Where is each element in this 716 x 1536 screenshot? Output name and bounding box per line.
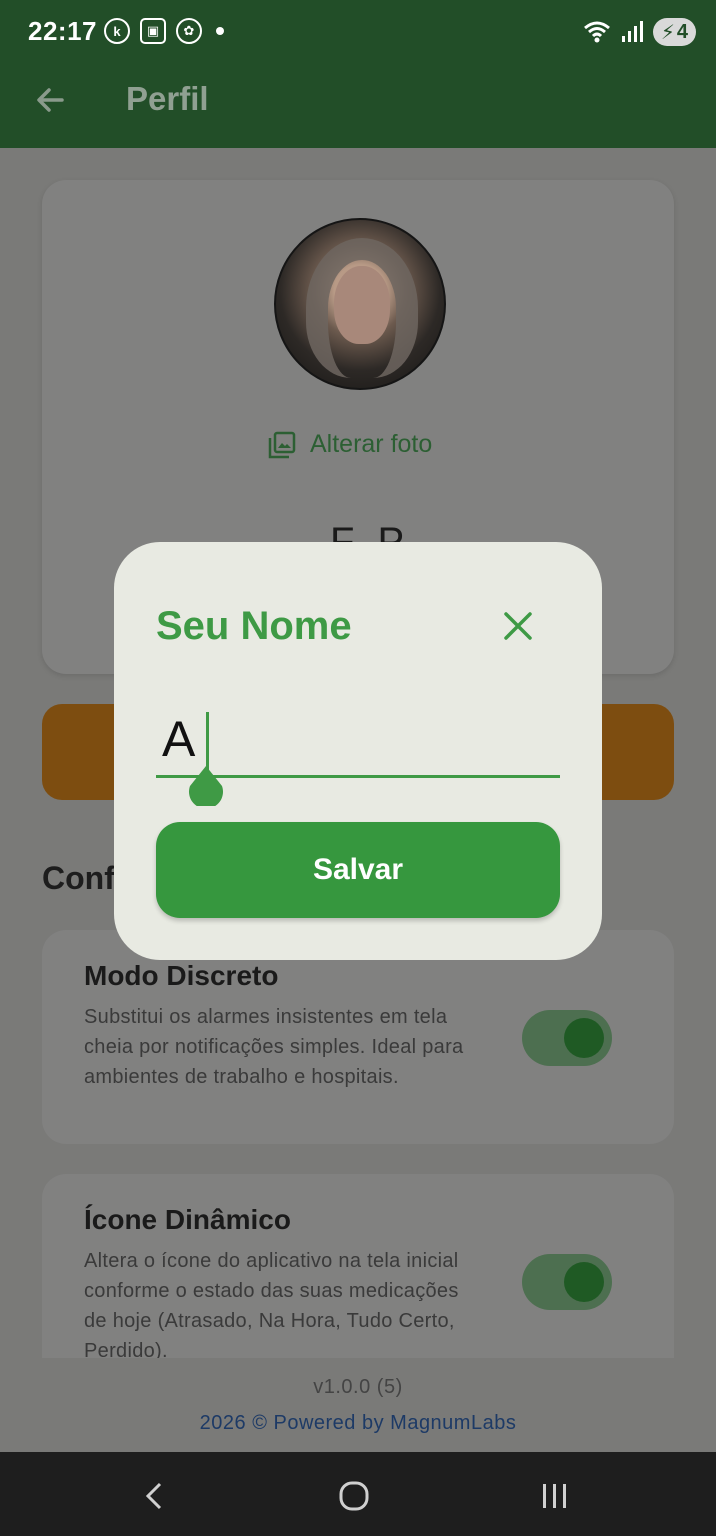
- setting-description: Substitui os alarmes insistentes em tela…: [84, 1006, 464, 1088]
- home-circle-icon: [339, 1481, 369, 1511]
- gallery-icon: [268, 431, 296, 458]
- page-title: Perfil: [126, 80, 209, 117]
- discreet-mode-toggle[interactable]: [522, 1010, 612, 1066]
- battery-level: 4: [676, 20, 688, 43]
- nav-home-button[interactable]: [332, 1474, 376, 1518]
- change-photo-label: Alterar foto: [310, 430, 433, 458]
- k-badge-icon: k: [104, 18, 130, 44]
- setting-title: Modo Discreto: [84, 960, 279, 991]
- avatar-face: [334, 266, 390, 344]
- chevron-left-icon: [145, 1482, 162, 1510]
- recents-icon: [543, 1484, 566, 1508]
- app-version: v1.0.0 (5): [313, 1376, 403, 1398]
- nav-back-button[interactable]: [132, 1474, 176, 1518]
- avatar[interactable]: [274, 218, 446, 390]
- settings-section-title: Conf: [42, 860, 115, 896]
- app-bar: Perfil: [0, 62, 716, 148]
- battery-indicator: ⚡ 4: [652, 18, 696, 46]
- close-icon[interactable]: [500, 608, 536, 644]
- status-left-icons: k ▣ ✿: [104, 18, 224, 44]
- dot-icon: [216, 27, 224, 35]
- setting-card-discreet-mode: Modo Discreto Substitui os alarmes insis…: [42, 930, 674, 1144]
- caret-handle-icon[interactable]: [186, 764, 226, 806]
- status-bar: 22:17 k ▣ ✿ ⚡ 4: [0, 0, 716, 62]
- footer: v1.0.0 (5) 2026 © Powered by MagnumLabs: [0, 1358, 716, 1452]
- back-arrow-icon[interactable]: [30, 80, 70, 120]
- signal-icon: [621, 21, 643, 42]
- nav-recents-button[interactable]: [532, 1474, 576, 1518]
- powered-by-link[interactable]: 2026 © Powered by MagnumLabs: [0, 1412, 716, 1435]
- setting-description: Altera o ícone do aplicativo na tela ini…: [84, 1250, 459, 1358]
- text-caret: [206, 712, 209, 770]
- toggle-knob: [564, 1262, 604, 1302]
- status-time: 22:17: [28, 16, 97, 46]
- dialog-title: Seu Nome: [156, 604, 352, 648]
- screenshot-icon: ▣: [140, 18, 166, 44]
- system-nav-bar: [0, 1452, 716, 1536]
- name-dialog: Seu Nome Salvar: [114, 542, 602, 960]
- charging-icon: ⚡: [660, 21, 675, 44]
- save-button[interactable]: Salvar: [156, 822, 560, 918]
- setting-card-dynamic-icon: Ícone Dinâmico Altera o ícone do aplicat…: [42, 1174, 674, 1358]
- dynamic-icon-toggle[interactable]: [522, 1254, 612, 1310]
- change-photo-button[interactable]: Alterar foto: [268, 430, 432, 459]
- setting-title: Ícone Dinâmico: [84, 1204, 291, 1235]
- toggle-knob: [564, 1018, 604, 1058]
- status-right-icons: ⚡ 4: [583, 18, 696, 46]
- openai-icon: ✿: [176, 18, 202, 44]
- wifi-icon: [583, 21, 610, 43]
